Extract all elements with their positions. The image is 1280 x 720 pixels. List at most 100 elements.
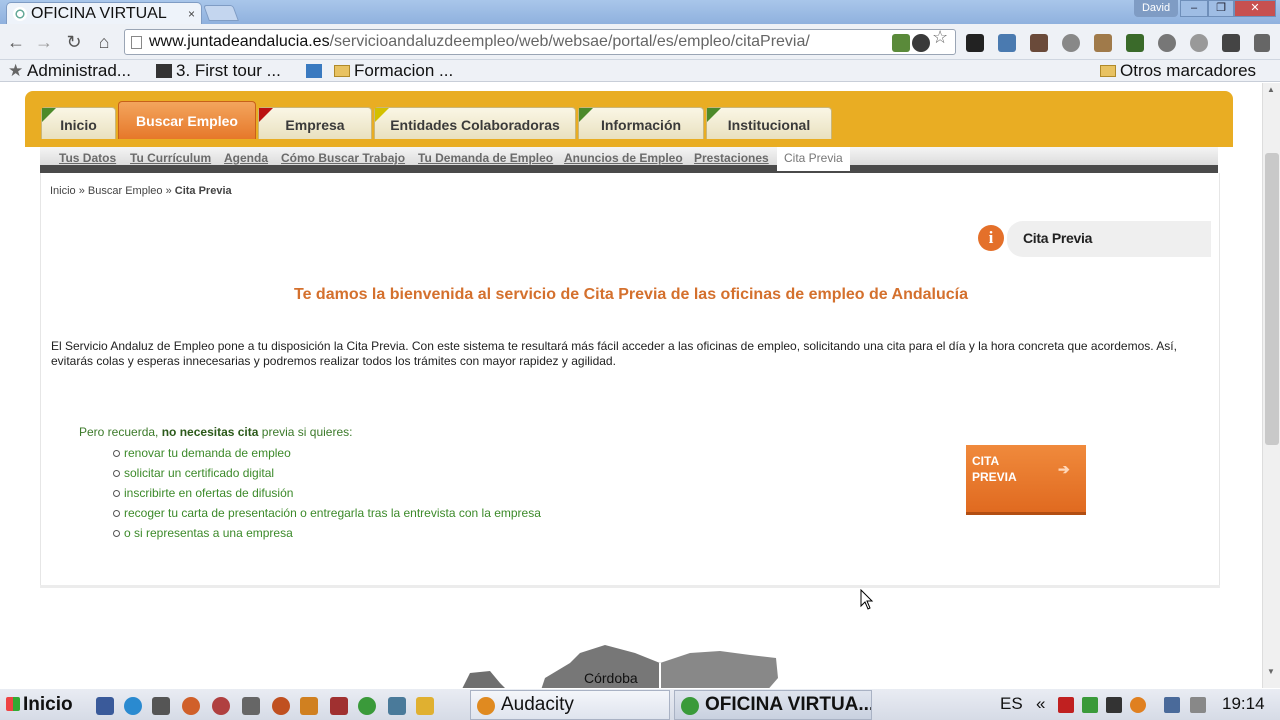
sub-navigation: Tus Datos Tu Currículum Agenda Cómo Busc… xyxy=(40,147,1218,173)
breadcrumb: Inicio » Buscar Empleo » Cita Previa xyxy=(50,185,232,197)
other-bookmarks-label: Otros marcadores xyxy=(1120,61,1257,80)
settings-gear-icon[interactable] xyxy=(1158,34,1176,52)
tab-corner xyxy=(375,108,389,122)
extension-icon[interactable] xyxy=(1190,34,1208,52)
app-icon[interactable] xyxy=(242,697,260,715)
app-icon[interactable] xyxy=(212,697,230,715)
bookmark-label: 3. First tour ... xyxy=(176,61,281,80)
extension-icon[interactable] xyxy=(998,34,1016,52)
bookmark-label: Formacion ... xyxy=(354,61,454,80)
url-host: www.juntadeandalucia.es xyxy=(149,33,330,50)
subnav-prestaciones[interactable]: Prestaciones xyxy=(694,151,769,165)
app-icon[interactable] xyxy=(330,697,348,715)
home-icon[interactable]: ⌂ xyxy=(94,32,114,52)
app-icon[interactable] xyxy=(152,697,170,715)
list-item[interactable]: solicitar un certificado digital xyxy=(113,463,541,483)
taskbar-window-audacity[interactable]: Audacity xyxy=(470,690,670,720)
close-window-button[interactable]: ✕ xyxy=(1234,0,1276,17)
volume-icon[interactable] xyxy=(1190,697,1206,713)
tray-icon[interactable] xyxy=(1082,697,1098,713)
list-item[interactable]: renovar tu demanda de empleo xyxy=(113,443,541,463)
profile-user-badge[interactable]: David xyxy=(1134,0,1178,17)
tray-icon[interactable] xyxy=(1130,697,1146,713)
address-bar[interactable]: www.juntadeandalucia.es/servicioandaluzd… xyxy=(124,29,956,55)
breadcrumb-inicio[interactable]: Inicio xyxy=(50,185,76,197)
tray-expand-icon[interactable]: « xyxy=(1036,694,1045,714)
tab-corner xyxy=(42,108,56,122)
scroll-up-icon[interactable]: ▲ xyxy=(1267,85,1275,94)
main-tab-entidades[interactable]: Entidades Colaboradoras xyxy=(374,107,576,139)
main-tab-label: Entidades Colaboradoras xyxy=(390,117,560,133)
scroll-down-icon[interactable]: ▼ xyxy=(1267,667,1275,676)
show-desktop-icon[interactable] xyxy=(96,697,114,715)
bookmark-item[interactable]: 3. First tour ... xyxy=(156,60,281,82)
main-tab-label: Empresa xyxy=(285,117,345,133)
extension-icon[interactable] xyxy=(1222,34,1240,52)
other-bookmarks[interactable]: Otros marcadores xyxy=(1100,60,1256,82)
taskbar-window-label: OFICINA VIRTUA... xyxy=(705,694,872,715)
intro-paragraph: El Servicio Andaluz de Empleo pone a tu … xyxy=(51,339,1177,368)
bookmark-star-icon[interactable]: ☆ xyxy=(932,27,948,48)
browser-tab-active[interactable]: OFICINA VIRTUAL × xyxy=(6,2,202,24)
main-tab-institucional[interactable]: Institucional xyxy=(706,107,832,139)
sync-icon[interactable] xyxy=(912,34,930,52)
wrench-menu-icon[interactable] xyxy=(1254,34,1270,52)
reload-icon[interactable]: ↻ xyxy=(64,32,84,52)
main-tab-buscar-empleo[interactable]: Buscar Empleo xyxy=(118,101,256,139)
taskbar-window-chrome[interactable]: OFICINA VIRTUA... xyxy=(674,690,872,720)
app-icon[interactable] xyxy=(300,697,318,715)
tray-icon[interactable] xyxy=(1106,697,1122,713)
main-tab-informacion[interactable]: Información xyxy=(578,107,704,139)
cita-previa-button[interactable]: CITA PREVIA ➔ xyxy=(966,445,1086,515)
pdf-tray-icon[interactable] xyxy=(1058,697,1074,713)
new-tab-button[interactable] xyxy=(203,5,239,21)
scroll-thumb[interactable] xyxy=(1265,153,1279,445)
language-indicator[interactable]: ES xyxy=(1000,694,1023,714)
firefox-icon[interactable] xyxy=(182,697,200,715)
maximize-button[interactable]: ❐ xyxy=(1208,0,1234,17)
subnav-cita-previa[interactable]: Cita Previa xyxy=(777,147,850,171)
network-icon[interactable] xyxy=(1164,697,1180,713)
browser-toolbar: ← → ↻ ⌂ www.juntadeandalucia.es/servicio… xyxy=(0,24,1280,60)
list-item[interactable]: o si representas a una empresa xyxy=(113,523,541,543)
subnav-como-buscar-trabajo[interactable]: Cómo Buscar Trabajo xyxy=(281,151,405,165)
extension-icon[interactable] xyxy=(1094,34,1112,52)
subnav-anuncios[interactable]: Anuncios de Empleo xyxy=(564,151,683,165)
reminder-bold: no necesitas cita xyxy=(161,425,259,439)
extension-icon[interactable] xyxy=(1062,34,1080,52)
windows-flag-icon xyxy=(6,697,20,711)
back-icon[interactable]: ← xyxy=(6,32,26,52)
gmail-icon[interactable] xyxy=(1030,34,1048,52)
audacity-icon xyxy=(477,697,495,715)
app-icon[interactable] xyxy=(388,697,406,715)
minimize-button[interactable]: – xyxy=(1180,0,1208,17)
reminder-pre: Pero recuerda, xyxy=(79,425,162,439)
list-item[interactable]: recoger tu carta de presentación o entre… xyxy=(113,503,541,523)
start-button[interactable]: Inicio xyxy=(2,692,77,718)
subnav-tu-demanda[interactable]: Tu Demanda de Empleo xyxy=(418,151,553,165)
main-tab-empresa[interactable]: Empresa xyxy=(258,107,372,139)
subnav-agenda[interactable]: Agenda xyxy=(224,151,268,165)
breadcrumb-buscar-empleo[interactable]: Buscar Empleo xyxy=(88,185,163,197)
tab-close-icon[interactable]: × xyxy=(188,7,195,21)
page-scrollbar[interactable]: ▲ ▼ xyxy=(1262,83,1280,688)
bookmarks-bar: ★ Administrad... 3. First tour ... Forma… xyxy=(0,60,1280,82)
list-item[interactable]: inscribirte en ofertas de difusión xyxy=(113,483,541,503)
ie-icon[interactable] xyxy=(124,697,142,715)
clock[interactable]: 19:14 xyxy=(1222,694,1265,714)
extension-icon[interactable] xyxy=(892,34,910,52)
taskbar-window-label: Audacity xyxy=(501,694,574,715)
subnav-tu-curriculum[interactable]: Tu Currículum xyxy=(130,151,211,165)
h-extension-icon[interactable] xyxy=(966,34,984,52)
subnav-tus-datos[interactable]: Tus Datos xyxy=(59,151,116,165)
app-icon[interactable] xyxy=(272,697,290,715)
main-tab-inicio[interactable]: Inicio xyxy=(41,107,116,139)
mail-icon[interactable] xyxy=(416,697,434,715)
forward-icon[interactable]: → xyxy=(34,32,54,52)
bookmark-item[interactable]: Formacion ... xyxy=(306,60,453,82)
chrome-icon[interactable] xyxy=(358,697,376,715)
extension-icon[interactable] xyxy=(1126,34,1144,52)
bookmark-item[interactable]: ★ Administrad... xyxy=(8,60,131,82)
bullet-icon xyxy=(113,470,120,477)
reminder-post: previa si quieres: xyxy=(258,425,353,439)
